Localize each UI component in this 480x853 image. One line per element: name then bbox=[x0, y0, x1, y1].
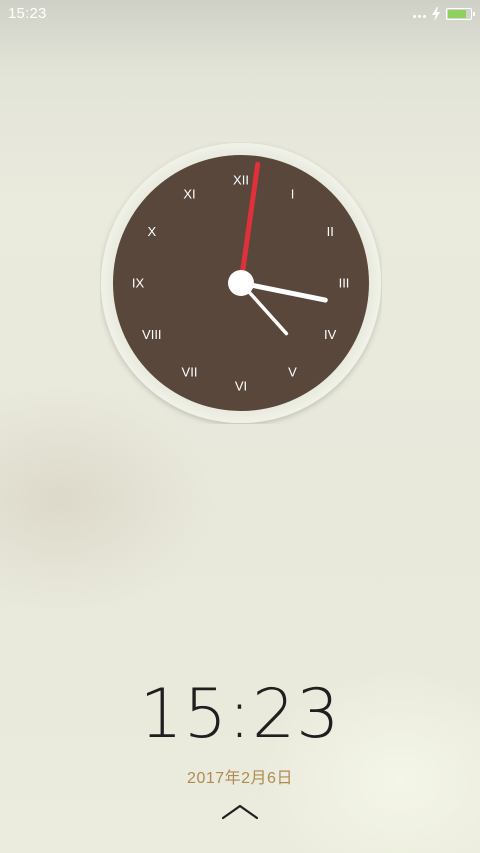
battery-icon bbox=[446, 8, 475, 20]
clock-numeral: IV bbox=[324, 327, 337, 342]
clock-numeral: XI bbox=[183, 186, 195, 201]
status-time: 15:23 bbox=[8, 5, 47, 22]
chevron-up-icon[interactable] bbox=[220, 800, 260, 824]
clock-center-hub bbox=[228, 270, 254, 296]
battery-level bbox=[448, 10, 467, 18]
clock-numeral: II bbox=[327, 224, 334, 239]
status-icons bbox=[413, 4, 475, 24]
clock-numeral: IX bbox=[132, 276, 145, 291]
clock-numeral: VII bbox=[182, 365, 198, 380]
charging-bolt-icon bbox=[432, 7, 440, 21]
analog-clock: XII I II III IV V VI VII VIII IX X XI bbox=[100, 142, 382, 424]
clock-numeral: VI bbox=[235, 379, 247, 394]
analog-clock-face: XIIIIIIIIIVVVIVIIVIIIIXXXI bbox=[101, 143, 381, 423]
clock-numeral: VIII bbox=[142, 327, 162, 342]
clock-numeral: XII bbox=[233, 173, 249, 188]
clock-numeral: III bbox=[339, 276, 350, 291]
more-dots-icon bbox=[413, 4, 426, 24]
clock-numeral: X bbox=[147, 224, 156, 239]
lockscreen-date: 2017年2月6日 bbox=[187, 770, 293, 787]
lockscreen-time: 15:23 bbox=[139, 675, 341, 754]
clock-numeral: I bbox=[291, 186, 295, 201]
status-bar: 15:23 bbox=[0, 0, 480, 28]
clock-numeral: V bbox=[288, 365, 297, 380]
